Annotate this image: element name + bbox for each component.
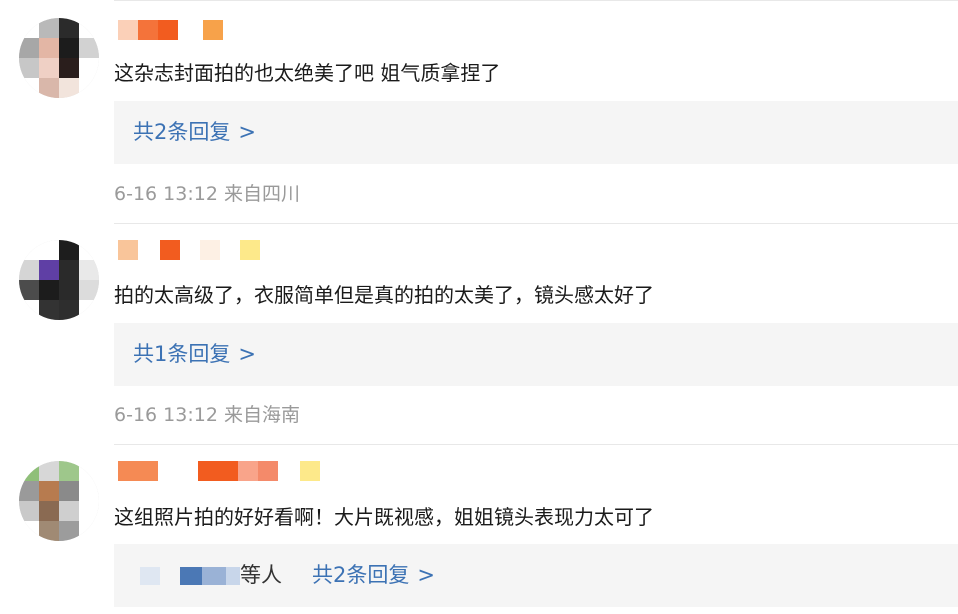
comment-text: 这组照片拍的好好看啊！大片既视感，姐姐镜头表现力太可了	[114, 505, 654, 529]
divider	[114, 0, 958, 1]
reply-summary[interactable]: 等人 共2条回复 >	[114, 544, 958, 607]
divider	[114, 444, 958, 445]
location: 来自海南	[223, 404, 300, 426]
username-redacted[interactable]	[118, 461, 323, 481]
divider	[114, 223, 958, 224]
timestamp: 6-16 13:12	[114, 404, 218, 426]
timestamp: 6-16 13:12	[114, 183, 218, 205]
replier-names[interactable]: 等人	[140, 560, 282, 590]
view-replies-link[interactable]: 共2条回复 >	[312, 560, 435, 590]
location: 来自四川	[223, 183, 300, 205]
reply-count-label: 共2条回复	[312, 563, 410, 587]
reply-count-label: 共1条回复	[133, 342, 231, 366]
reply-count-label: 共2条回复	[133, 120, 231, 144]
avatar[interactable]	[19, 240, 99, 320]
comment-text: 这杂志封面拍的也太绝美了吧 姐气质拿捏了	[114, 61, 501, 85]
chevron-right-icon: >	[238, 342, 256, 366]
comment-text: 拍的太高级了，衣服简单但是真的拍的太美了，镜头感太好了	[114, 283, 654, 307]
reply-summary[interactable]: 共2条回复 >	[114, 101, 958, 164]
replier-avatar-redacted	[202, 567, 226, 585]
username-redacted[interactable]	[118, 240, 263, 260]
replier-avatar-redacted	[140, 567, 160, 585]
view-replies-link[interactable]: 共2条回复 >	[133, 117, 256, 147]
replier-avatar-redacted	[180, 567, 202, 585]
comment-meta: 6-16 13:12 来自四川	[114, 181, 300, 207]
reply-summary[interactable]: 共1条回复 >	[114, 323, 958, 386]
view-replies-link[interactable]: 共1条回复 >	[133, 339, 256, 369]
avatar[interactable]	[19, 461, 99, 541]
comment-feed: 这杂志封面拍的也太绝美了吧 姐气质拿捏了 共2条回复 > 6-16 13:12 来…	[0, 0, 958, 614]
chevron-right-icon: >	[238, 120, 256, 144]
avatar[interactable]	[19, 18, 99, 98]
comment-meta: 6-16 13:12 来自海南	[114, 402, 300, 428]
replier-suffix: 等人	[240, 563, 282, 587]
replier-avatar-redacted	[226, 567, 240, 585]
chevron-right-icon: >	[417, 563, 435, 587]
username-redacted[interactable]	[118, 20, 223, 40]
